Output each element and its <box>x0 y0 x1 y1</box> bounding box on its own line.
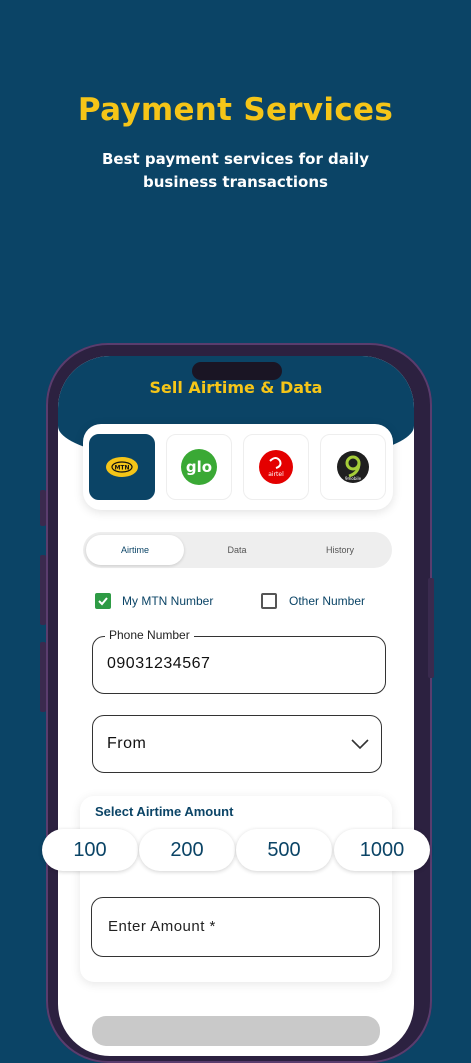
hero-subtitle: Best payment services for daily business… <box>102 150 369 191</box>
amount-card: Select Airtime Amount Enter Amount * <box>80 796 392 982</box>
amount-chip-200[interactable]: 200 <box>139 829 235 871</box>
submit-button[interactable] <box>92 1016 380 1046</box>
enter-amount-placeholder: Enter Amount * <box>108 918 216 935</box>
phone-number-field[interactable]: Phone Number 09031234567 <box>92 628 386 694</box>
tab-data[interactable]: Data <box>188 535 286 565</box>
airtel-logo-text: airtel <box>268 471 284 478</box>
other-number-checkbox[interactable] <box>261 593 277 609</box>
phone-number-label: Phone Number <box>105 628 194 642</box>
my-number-label: My MTN Number <box>122 594 214 608</box>
hero-title: Payment Services <box>77 92 394 128</box>
phone-screen: Sell Airtime & Data MTN glo airtel 9mobi… <box>58 356 414 1056</box>
from-select[interactable]: From <box>92 715 382 773</box>
tab-history[interactable]: History <box>291 535 389 565</box>
phone-side-button <box>40 555 46 625</box>
from-select-value: From <box>107 735 147 752</box>
airtel-logo-icon: airtel <box>259 450 293 484</box>
amount-chip-100[interactable]: 100 <box>42 829 138 871</box>
network-glo[interactable]: glo <box>166 434 232 500</box>
9mobile-logo-icon: 9mobile <box>337 451 369 483</box>
phone-side-button <box>428 578 434 678</box>
network-mtn[interactable]: MTN <box>89 434 155 500</box>
check-icon <box>98 597 108 606</box>
tab-airtime[interactable]: Airtime <box>86 535 184 565</box>
network-9mobile[interactable]: 9mobile <box>320 434 386 500</box>
other-number-label: Other Number <box>289 594 366 608</box>
enter-amount-field[interactable]: Enter Amount * <box>91 897 380 957</box>
mtn-logo-icon: MTN <box>106 457 138 477</box>
glo-logo-icon: glo <box>181 449 217 485</box>
my-number-checkbox[interactable] <box>95 593 111 609</box>
amount-chip-500[interactable]: 500 <box>236 829 332 871</box>
amount-chip-1000[interactable]: 1000 <box>334 829 430 871</box>
phone-number-value: 09031234567 <box>107 655 211 672</box>
network-selector: MTN glo airtel 9mobile <box>83 424 393 510</box>
phone-side-button <box>40 642 46 712</box>
chevron-down-icon <box>351 739 369 750</box>
mtn-logo-text: MTN <box>114 465 129 472</box>
tab-bar: Airtime Data History <box>83 532 392 568</box>
screen-title: Sell Airtime & Data <box>149 378 323 397</box>
amount-title: Select Airtime Amount <box>95 804 234 819</box>
glo-logo-text: glo <box>186 458 212 476</box>
network-airtel[interactable]: airtel <box>243 434 309 500</box>
phone-side-button <box>40 490 46 526</box>
9mobile-logo-text: 9mobile <box>345 476 362 481</box>
